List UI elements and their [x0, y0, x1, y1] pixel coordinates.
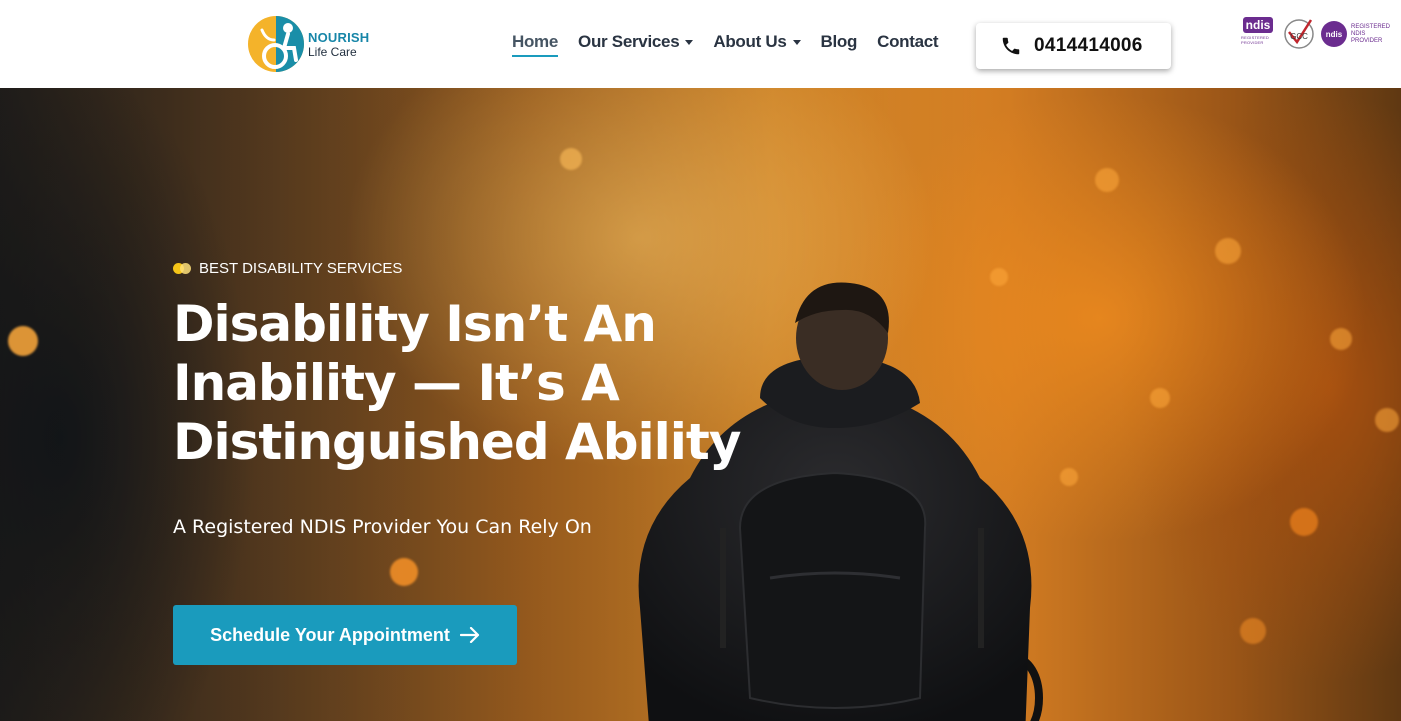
- hero-subtitle: A Registered NDIS Provider You Can Rely …: [173, 516, 592, 538]
- nav-home-label: Home: [512, 32, 559, 51]
- site-header: NOURISH Life Care Home Our Services Abou…: [0, 0, 1401, 88]
- arrow-right-icon: [459, 627, 479, 643]
- bokeh-light: [8, 326, 38, 356]
- bokeh-light: [1215, 238, 1241, 264]
- bokeh-light: [1150, 388, 1170, 408]
- hero-title: Disability Isn’t An Inability — It’s A D…: [173, 295, 741, 471]
- bokeh-light: [390, 558, 418, 586]
- ndis-badge: ndis REGISTERED PROVIDER: [1241, 17, 1275, 51]
- nav-about-us-label: About Us: [713, 32, 787, 51]
- registered-ndis-circle: ndis: [1321, 21, 1347, 47]
- bokeh-light: [1290, 508, 1318, 536]
- logo-subtitle: Life Care: [308, 44, 357, 59]
- bokeh-light: [1240, 618, 1266, 644]
- phone-number: 0414414006: [1034, 35, 1143, 56]
- chevron-down-icon: [685, 39, 694, 45]
- nav-our-services-label: Our Services: [578, 32, 680, 51]
- schedule-appointment-button[interactable]: Schedule Your Appointment: [173, 605, 517, 665]
- bokeh-light: [1375, 408, 1399, 432]
- ndis-badge-word: ndis: [1242, 17, 1274, 33]
- nav-our-services[interactable]: Our Services: [578, 30, 694, 54]
- main-nav: Home Our Services About Us Blog Contact: [512, 30, 958, 57]
- registered-ndis-badge: ndis REGISTERED NDIS PROVIDER: [1321, 21, 1391, 47]
- hero-eyebrow: BEST DISABILITY SERVICES: [173, 260, 793, 277]
- schedule-appointment-label: Schedule Your Appointment: [210, 624, 450, 645]
- registered-ndis-text: REGISTERED NDIS PROVIDER: [1351, 23, 1391, 44]
- phone-button[interactable]: 0414414006: [976, 23, 1171, 69]
- eyebrow-dots-icon: [173, 263, 191, 274]
- nav-home[interactable]: Home: [512, 30, 559, 57]
- nav-blog[interactable]: Blog: [821, 30, 858, 54]
- hero-eyebrow-label: BEST DISABILITY SERVICES: [199, 260, 403, 277]
- phone-icon: [1002, 37, 1020, 55]
- logo[interactable]: NOURISH Life Care: [248, 14, 369, 74]
- nav-about-us[interactable]: About Us: [713, 30, 801, 54]
- chevron-down-icon: [792, 39, 801, 45]
- accreditation-badges: ndis REGISTERED PROVIDER GCC ndis REGIST…: [1241, 16, 1391, 52]
- gcc-label: GCC: [1290, 32, 1308, 41]
- logo-brand: NOURISH: [308, 29, 370, 45]
- bokeh-light: [1095, 168, 1119, 192]
- ndis-badge-sub: REGISTERED PROVIDER: [1241, 35, 1270, 45]
- gcc-badge: GCC: [1283, 16, 1315, 52]
- gcc-seal-icon: GCC: [1284, 19, 1314, 49]
- bokeh-light: [1060, 468, 1078, 486]
- bokeh-light: [1330, 328, 1352, 350]
- nav-contact-label: Contact: [877, 32, 939, 51]
- nav-contact[interactable]: Contact: [877, 30, 938, 54]
- bokeh-light: [560, 148, 582, 170]
- hero-content: BEST DISABILITY SERVICES Disability Isn’…: [173, 260, 793, 538]
- logo-mark-icon: [248, 16, 304, 72]
- nav-blog-label: Blog: [820, 32, 858, 51]
- hero-section: BEST DISABILITY SERVICES Disability Isn’…: [0, 88, 1401, 721]
